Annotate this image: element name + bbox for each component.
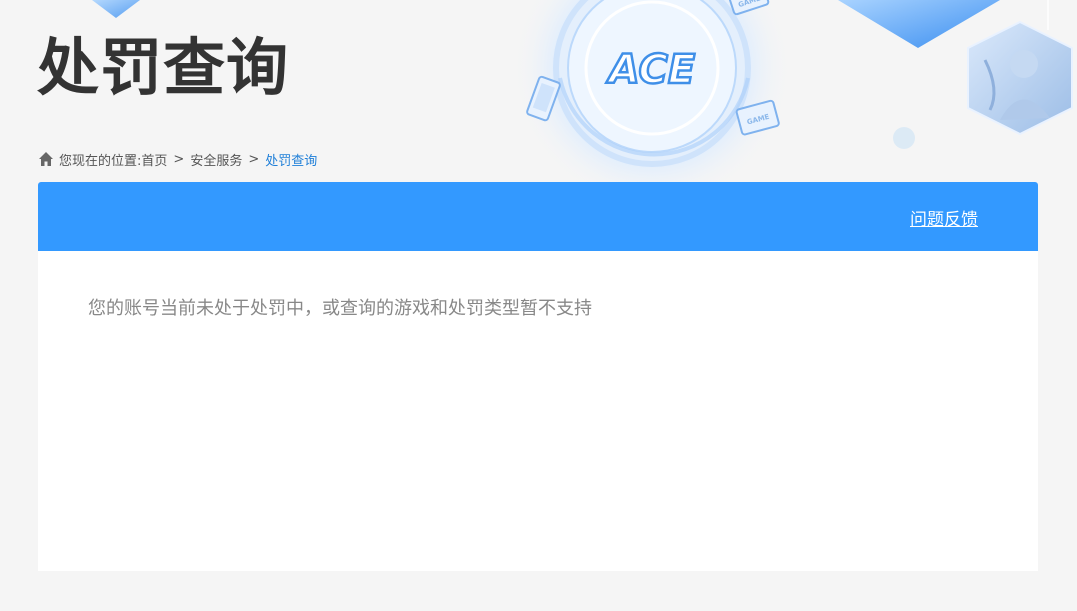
result-panel: 问题反馈 您的账号当前未处于处罚中，或查询的游戏和处罚类型暂不支持 — [38, 182, 1038, 571]
breadcrumb-separator: > — [173, 151, 185, 167]
decor-triangle-small — [92, 0, 140, 18]
breadcrumb-item-security-service[interactable]: 安全服务 — [190, 150, 242, 169]
home-icon — [39, 152, 53, 166]
panel-header: 问题反馈 — [38, 182, 1038, 251]
feedback-link[interactable]: 问题反馈 — [910, 205, 978, 230]
header-banner: ACE GAME GAME 处罚查询 您现在的位置: 首页 > 安全服务 > 处… — [0, 0, 1077, 182]
breadcrumb-separator: > — [248, 151, 260, 167]
decor-triangle-large — [838, 0, 1000, 48]
result-message: 您的账号当前未处于处罚中，或查询的游戏和处罚类型暂不支持 — [88, 298, 592, 319]
ace-logo: ACE — [605, 46, 697, 95]
character-hexagon — [967, 20, 1073, 136]
breadcrumb-item-current: 处罚查询 — [265, 153, 318, 169]
svg-text:ACE: ACE — [606, 47, 695, 93]
breadcrumb-item-home[interactable]: 首页 — [141, 150, 167, 169]
breadcrumb-prefix: 您现在的位置: — [59, 153, 142, 169]
page-title: 处罚查询 — [37, 31, 290, 104]
breadcrumb: 您现在的位置: 首页 > 安全服务 > 处罚查询 — [38, 149, 317, 169]
